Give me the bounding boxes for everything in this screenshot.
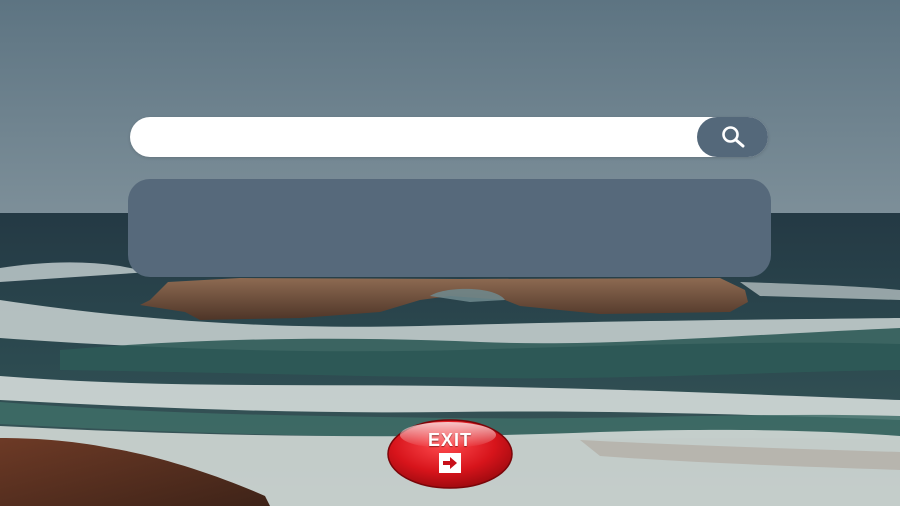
search-icon: [721, 126, 744, 148]
results-panel: [128, 179, 771, 277]
search-button[interactable]: [697, 117, 768, 157]
exit-arrow-icon: [439, 453, 461, 473]
search-input[interactable]: [148, 117, 702, 159]
search-bar: [130, 117, 768, 159]
exit-label: EXIT: [427, 430, 472, 450]
exit-button[interactable]: EXIT: [386, 417, 514, 489]
